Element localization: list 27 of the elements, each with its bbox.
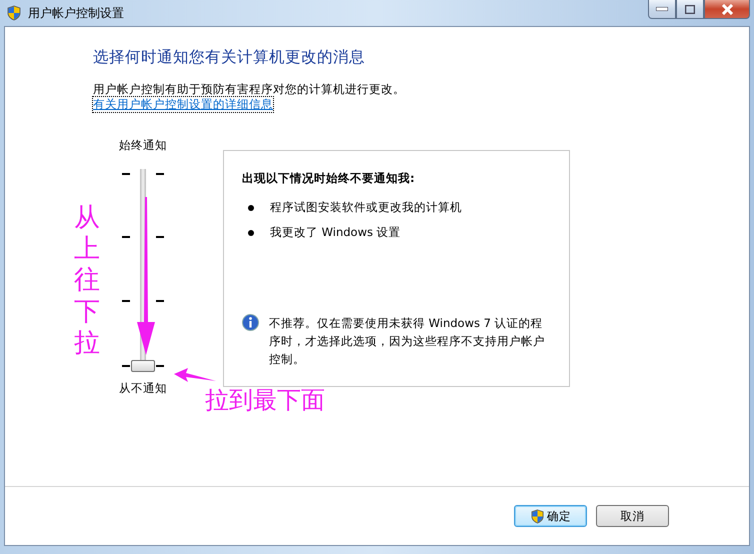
shield-icon — [6, 5, 22, 21]
minimize-icon — [656, 7, 668, 11]
minimize-button[interactable] — [648, 0, 676, 19]
maximize-icon — [685, 4, 695, 14]
heading: 选择何时通知您有关计算机更改的消息 — [93, 47, 366, 68]
info-icon — [242, 314, 259, 331]
details-link[interactable]: 有关用户帐户控制设置的详细信息 — [93, 97, 273, 112]
close-button[interactable] — [704, 0, 750, 19]
annotation-text: 拉到最下面 — [205, 385, 325, 416]
ok-button[interactable]: 确定 — [514, 505, 587, 527]
bullet-icon — [248, 204, 254, 210]
bullet-icon — [248, 230, 254, 236]
bullet-text: 程序试图安装软件或更改我的计算机 — [270, 200, 462, 215]
slider-thumb[interactable] — [131, 360, 155, 372]
slider-top-label: 始终通知 — [119, 138, 167, 153]
left-arrow — [174, 368, 216, 384]
maximize-button[interactable] — [676, 0, 704, 19]
window-title: 用户帐户控制设置 — [28, 4, 124, 22]
note-text: 不推荐。仅在需要使用未获得 Windows 7 认证的程序时，才选择此选项，因为这些程序不支持用户帐户控制。 — [269, 315, 546, 368]
shield-icon — [530, 508, 545, 524]
panel-title: 出现以下情况时始终不要通知我: — [242, 171, 416, 186]
bullet-text: 我更改了 Windows 设置 — [270, 225, 401, 240]
description: 用户帐户控制有助于预防有害程序对您的计算机进行更改。 — [93, 82, 406, 97]
annotation-text: 从上往下拉 — [74, 203, 100, 359]
cancel-button[interactable]: 取消 — [596, 505, 669, 527]
close-icon — [720, 4, 734, 14]
slider-bottom-label: 从不通知 — [119, 381, 167, 396]
